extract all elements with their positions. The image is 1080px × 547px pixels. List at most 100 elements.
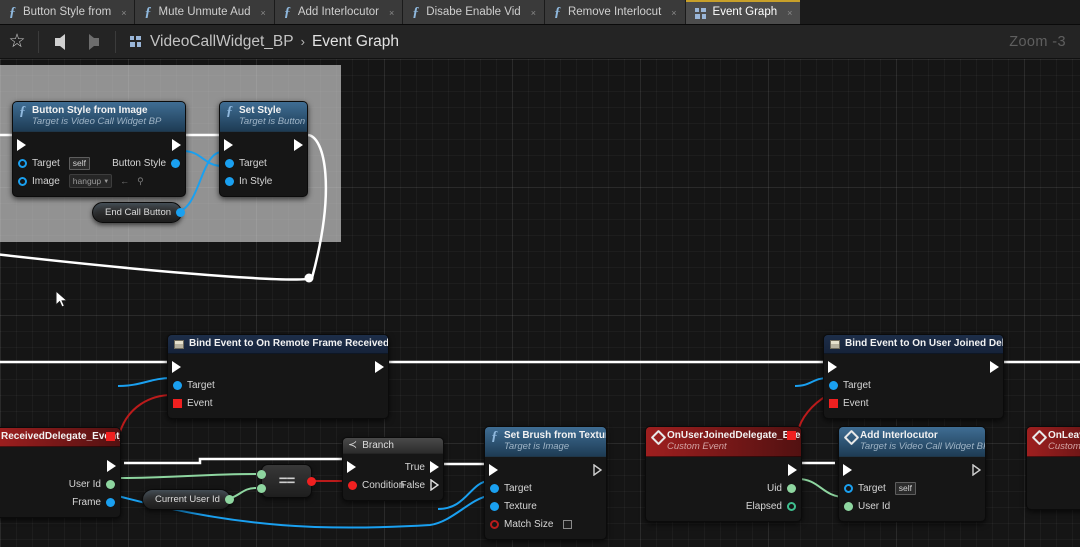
close-icon[interactable]: × — [531, 8, 536, 18]
target-in-pin[interactable] — [18, 158, 27, 168]
node-set-brush-from-texture[interactable]: ƒ Set Brush from Texture Target is Image — [484, 426, 607, 540]
output-pin[interactable] — [224, 495, 234, 504]
use-selected-asset-icon[interactable]: ← — [120, 176, 129, 186]
node-body — [1027, 457, 1080, 509]
target-in-pin[interactable] — [173, 380, 182, 390]
exec-in-pin[interactable] — [489, 464, 498, 476]
target-self-value[interactable]: self — [894, 481, 917, 495]
in-style-pin[interactable] — [225, 176, 234, 186]
chevron-right-icon: › — [300, 34, 305, 49]
close-icon[interactable]: × — [671, 8, 676, 18]
match-size-checkbox[interactable] — [563, 519, 573, 529]
button-style-out-pin[interactable] — [171, 158, 180, 168]
function-icon: ƒ — [491, 429, 498, 444]
tab-disabe-enable-vid[interactable]: ƒ Disabe Enable Vid × — [403, 0, 544, 24]
close-icon[interactable]: × — [261, 8, 266, 18]
favorite-button[interactable]: ☆ — [0, 26, 34, 58]
elapsed-out-pin[interactable] — [787, 501, 796, 511]
node-body: Target Event — [824, 354, 1003, 418]
tab-add-interlocutor[interactable]: ƒ Add Interlocutor × — [274, 0, 403, 24]
exec-out-pin[interactable] — [107, 460, 116, 472]
exec-in-pin[interactable] — [828, 361, 837, 373]
condition-in-pin[interactable] — [348, 480, 357, 490]
target-in-pin[interactable] — [844, 483, 853, 493]
exec-out-pin[interactable] — [972, 464, 981, 476]
node-bind-remote-frame-received[interactable]: Bind Event to On Remote Frame Received D… — [167, 334, 389, 419]
node-add-interlocutor[interactable]: Add Interlocutor Target is Video Call Wi… — [838, 426, 986, 522]
event-graph-canvas[interactable]: WIDGET BLUEPRINT — [0, 59, 1080, 547]
equals-input-b-pin[interactable] — [257, 484, 266, 493]
breadcrumb: VideoCallWidget_BP › Event Graph — [150, 33, 399, 51]
pin-label: In Style — [239, 175, 273, 187]
image-in-pin[interactable] — [18, 176, 27, 186]
pin-label: Target — [187, 379, 215, 391]
exec-in-pin[interactable] — [172, 361, 181, 373]
node-on-leave-event[interactable]: OnLeave Custom E — [1026, 426, 1080, 510]
target-self-value[interactable]: self — [68, 156, 91, 170]
tab-event-graph[interactable]: Event Graph × — [685, 0, 801, 24]
graph-icon — [130, 36, 142, 47]
exec-in-pin[interactable] — [224, 139, 233, 151]
close-icon[interactable]: × — [389, 8, 394, 18]
node-bind-user-joined[interactable]: Bind Event to On User Joined Delegate Ta… — [823, 334, 1004, 419]
toolbar-divider — [115, 30, 116, 53]
close-icon[interactable]: × — [787, 8, 792, 18]
getter-current-user-id[interactable]: Current User Id — [142, 489, 234, 510]
node-remote-frame-received-event[interactable]: ReceivedDelegate_Event_0 User Id Frame — [0, 427, 121, 518]
browse-asset-icon[interactable]: ⚲ — [137, 176, 144, 187]
exec-in-pin[interactable] — [347, 461, 356, 473]
exec-out-pin[interactable] — [172, 139, 181, 151]
exec-row — [646, 461, 801, 479]
user-id-in-pin[interactable] — [844, 501, 853, 511]
exec-row — [0, 457, 120, 475]
getter-end-call-button[interactable]: End Call Button — [92, 202, 186, 223]
target-in-pin[interactable] — [225, 158, 234, 168]
true-exec-pin[interactable] — [430, 461, 439, 473]
output-pin[interactable] — [176, 208, 186, 217]
delegate-output-pin[interactable] — [106, 432, 115, 441]
breadcrumb-root[interactable]: VideoCallWidget_BP — [150, 33, 294, 51]
tab-mute-unmute-aud[interactable]: ƒ Mute Unmute Aud × — [135, 0, 274, 24]
node-title: OnLeave — [1048, 430, 1080, 441]
uid-out-pin[interactable] — [787, 483, 796, 493]
event-delegate-pin[interactable] — [829, 398, 838, 408]
node-set-style[interactable]: ƒ Set Style Target is Button Target In S… — [219, 101, 308, 197]
node-subtitle: Target is Video Call Widget BP — [860, 441, 986, 452]
texture-in-pin[interactable] — [490, 501, 499, 511]
tab-label: Remove Interlocut — [567, 6, 662, 19]
node-button-style-from-image[interactable]: ƒ Button Style from Image Target is Vide… — [12, 101, 186, 197]
exec-out-pin[interactable] — [990, 361, 999, 373]
image-asset-dropdown[interactable]: hangup — [68, 174, 113, 188]
close-icon[interactable]: × — [121, 8, 126, 18]
event-delegate-pin[interactable] — [173, 398, 182, 408]
exec-out-pin[interactable] — [375, 361, 384, 373]
equals-input-a-pin[interactable] — [257, 470, 266, 479]
delegate-output-pin[interactable] — [787, 431, 796, 440]
back-button[interactable] — [43, 26, 77, 58]
equals-output-pin[interactable] — [307, 477, 316, 486]
user-id-out-pin[interactable] — [106, 479, 115, 489]
exec-in-pin[interactable] — [17, 139, 26, 151]
forward-button[interactable] — [77, 26, 111, 58]
target-in-pin[interactable] — [829, 380, 838, 390]
node-on-user-joined-event[interactable]: OnUserJoinedDelegate_Event_0 Custom Even… — [645, 426, 802, 522]
pin-label: Target — [843, 379, 871, 391]
exec-out-pin[interactable] — [593, 464, 602, 476]
target-in-pin[interactable] — [490, 483, 499, 493]
node-header: OnUserJoinedDelegate_Event_0 Custom Even… — [646, 427, 801, 457]
tab-label: Disabe Enable Vid — [426, 6, 521, 19]
tab-button-style-from[interactable]: ƒ Button Style from × — [0, 0, 135, 24]
exec-in-pin[interactable] — [843, 464, 852, 476]
false-exec-pin[interactable] — [430, 479, 439, 491]
node-branch[interactable]: ≺ Branch True Condition False — [342, 437, 444, 501]
exec-out-pin[interactable] — [294, 139, 303, 151]
tab-remove-interlocut[interactable]: ƒ Remove Interlocut × — [544, 0, 685, 24]
node-equals[interactable]: == — [257, 464, 316, 498]
pin-label: Uid — [766, 482, 782, 494]
function-icon: ƒ — [9, 5, 16, 20]
frame-out-pin[interactable] — [106, 497, 115, 507]
node-title: Set Style — [239, 105, 282, 116]
exec-out-pin[interactable] — [788, 464, 797, 476]
match-size-in-pin[interactable] — [490, 519, 499, 529]
pin-label: User Id — [68, 478, 101, 490]
